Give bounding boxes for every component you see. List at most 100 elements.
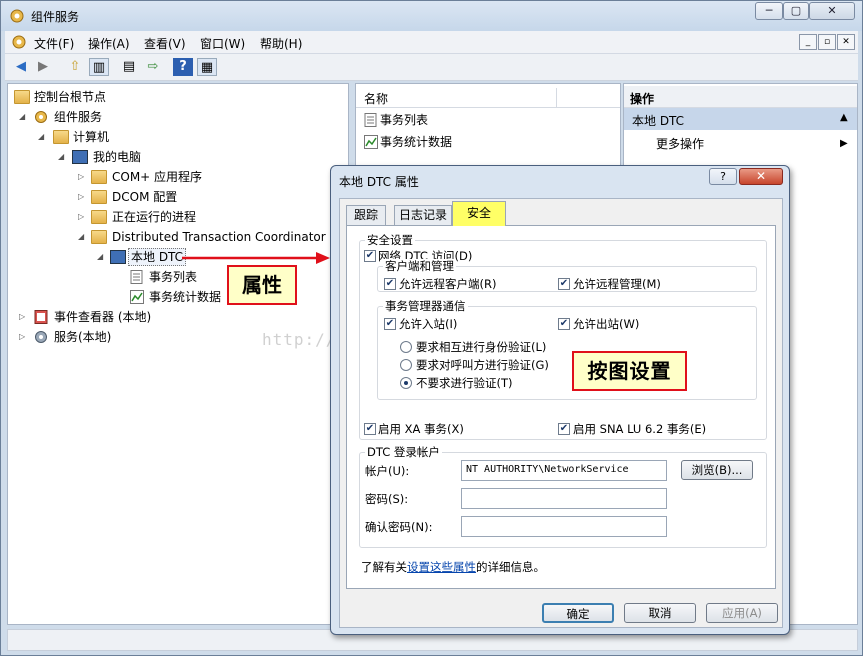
enable-sna-label: 启用 SNA LU 6.2 事务(E): [573, 422, 707, 436]
no-auth-radio[interactable]: [400, 377, 412, 389]
dialog-help-button[interactable]: ?: [709, 168, 737, 185]
system-menu-icon[interactable]: [11, 34, 27, 50]
column-header[interactable]: 名称: [356, 88, 620, 108]
allow-remote-clients-label: 允许远程客户端(R): [399, 277, 497, 291]
security-tab-panel: 安全设置 ✔ 网络 DTC 访问(D) 客户端和管理 ✔ 允许远程客户端(R) …: [346, 225, 776, 589]
ok-button[interactable]: 确定: [542, 603, 614, 623]
confirm-password-label: 确认密码(N):: [365, 520, 433, 534]
allow-remote-admin-checkbox[interactable]: ✔: [558, 278, 570, 290]
show-tree-icon[interactable]: ▥: [89, 58, 109, 76]
close-button[interactable]: ✕: [809, 2, 855, 20]
enable-xa-label: 启用 XA 事务(X): [378, 422, 464, 436]
local-dtc-icon: [110, 250, 126, 264]
dialog-title: 本地 DTC 属性: [339, 175, 419, 189]
title-bar[interactable]: 组件服务 ─ ▢ ✕: [1, 1, 862, 31]
expanded-arrow-icon[interactable]: ◢: [38, 129, 44, 145]
submenu-arrow-icon[interactable]: ▶: [840, 136, 848, 152]
expanded-arrow-icon[interactable]: ◢: [97, 249, 103, 265]
menu-view[interactable]: 查看(V): [144, 35, 186, 52]
toolbar: ◀ ▶ ⇧ ▥ ▤ ⇨ ? ▦: [5, 54, 858, 81]
enable-sna-checkbox[interactable]: ✔: [558, 423, 570, 435]
column-divider[interactable]: [556, 88, 557, 107]
more-actions-item[interactable]: 更多操作: [656, 136, 704, 152]
apply-button[interactable]: 应用(A): [706, 603, 778, 623]
no-auth-label: 不要求进行验证(T): [416, 376, 513, 390]
allow-inbound-checkbox[interactable]: ✔: [384, 318, 396, 330]
menu-action[interactable]: 操作(A): [88, 35, 130, 52]
allow-outbound-checkbox[interactable]: ✔: [558, 318, 570, 330]
menu-file[interactable]: 文件(F): [34, 35, 74, 52]
window-title: 组件服务: [31, 10, 80, 24]
list-item[interactable]: 事务统计数据: [380, 134, 452, 150]
expanded-arrow-icon[interactable]: ◢: [19, 109, 25, 125]
help-icon[interactable]: ?: [173, 58, 193, 76]
export-arrow-icon[interactable]: ⇨: [143, 58, 163, 76]
cancel-button[interactable]: 取消: [624, 603, 696, 623]
transaction-list-icon: [364, 113, 380, 127]
collapse-up-icon[interactable]: ▲: [840, 112, 848, 123]
tree-component-services[interactable]: 组件服务: [54, 109, 102, 125]
collapsed-arrow-icon[interactable]: ▷: [19, 329, 25, 345]
enable-xa-checkbox[interactable]: ✔: [364, 423, 376, 435]
dialog-close-button[interactable]: ✕: [739, 168, 783, 185]
back-icon[interactable]: ◀: [11, 58, 31, 76]
expanded-arrow-icon[interactable]: ◢: [78, 229, 84, 245]
actions-section-label: 本地 DTC: [632, 114, 685, 128]
list-item[interactable]: 事务列表: [380, 112, 428, 128]
inner-minimize-button[interactable]: _: [799, 34, 817, 50]
caller-auth-label: 要求对呼叫方进行验证(G): [416, 358, 549, 372]
collapsed-arrow-icon[interactable]: ▷: [78, 189, 84, 205]
confirm-password-input[interactable]: [461, 516, 667, 537]
expanded-arrow-icon[interactable]: ◢: [58, 149, 64, 165]
client-admin-label: 客户端和管理: [383, 259, 456, 273]
set-as-shown-callout: 按图设置: [572, 351, 687, 391]
tab-tracing[interactable]: 跟踪: [346, 205, 386, 225]
minimize-button[interactable]: ─: [755, 2, 783, 20]
inner-restore-button[interactable]: ▫: [818, 34, 836, 50]
export-list-icon[interactable]: ▤: [119, 58, 139, 76]
event-viewer-icon: [34, 310, 50, 324]
allow-remote-clients-checkbox[interactable]: ✔: [384, 278, 396, 290]
collapsed-arrow-icon[interactable]: ▷: [78, 209, 84, 225]
show-action-pane-icon[interactable]: ▦: [197, 58, 217, 76]
tree-transaction-stats[interactable]: 事务统计数据: [149, 289, 221, 305]
mutual-auth-radio[interactable]: [400, 341, 412, 353]
tree-services-local[interactable]: 服务(本地): [54, 329, 111, 345]
properties-callout: 属性: [227, 265, 297, 305]
computer-icon: [72, 150, 88, 164]
tree-local-dtc[interactable]: 本地 DTC: [128, 248, 187, 266]
tab-security[interactable]: 安全: [452, 201, 506, 226]
tree-dtc[interactable]: Distributed Transaction Coordinator: [112, 229, 326, 245]
collapsed-arrow-icon[interactable]: ▷: [19, 309, 25, 325]
network-dtc-access-checkbox[interactable]: ✔: [364, 250, 376, 262]
collapsed-arrow-icon[interactable]: ▷: [78, 169, 84, 185]
menu-help[interactable]: 帮助(H): [260, 35, 302, 52]
folder-icon: [91, 230, 107, 244]
tree-event-viewer[interactable]: 事件查看器 (本地): [54, 309, 151, 325]
dtc-logon-label: DTC 登录帐户: [365, 445, 442, 459]
account-input[interactable]: NT AUTHORITY\NetworkService: [461, 460, 667, 481]
folder-icon: [14, 90, 30, 104]
menu-window[interactable]: 窗口(W): [200, 35, 245, 52]
maximize-button[interactable]: ▢: [783, 2, 809, 20]
tree-root[interactable]: 控制台根节点: [34, 89, 106, 105]
tree-my-computer[interactable]: 我的电脑: [93, 149, 141, 165]
mutual-auth-label: 要求相互进行身份验证(L): [416, 340, 547, 354]
actions-title: 操作: [630, 92, 655, 106]
tree-computers[interactable]: 计算机: [73, 129, 109, 145]
up-folder-icon[interactable]: ⇧: [65, 58, 85, 76]
column-name-label: 名称: [364, 92, 389, 106]
folder-icon: [53, 130, 69, 144]
browse-button[interactable]: 浏览(B)...: [681, 460, 753, 480]
tree-com-apps[interactable]: COM+ 应用程序: [112, 169, 202, 185]
tree-running-processes[interactable]: 正在运行的进程: [112, 209, 196, 225]
forward-icon[interactable]: ▶: [33, 58, 53, 76]
actions-section-local-dtc[interactable]: 本地 DTC ▲: [624, 108, 857, 130]
inner-close-button[interactable]: ✕: [837, 34, 855, 50]
tree-dcom-config[interactable]: DCOM 配置: [112, 189, 177, 205]
component-services-node-icon: [33, 110, 49, 124]
password-input[interactable]: [461, 488, 667, 509]
caller-auth-radio[interactable]: [400, 359, 412, 371]
info-link[interactable]: 设置这些属性: [407, 560, 476, 574]
tab-logging[interactable]: 日志记录: [394, 205, 452, 225]
